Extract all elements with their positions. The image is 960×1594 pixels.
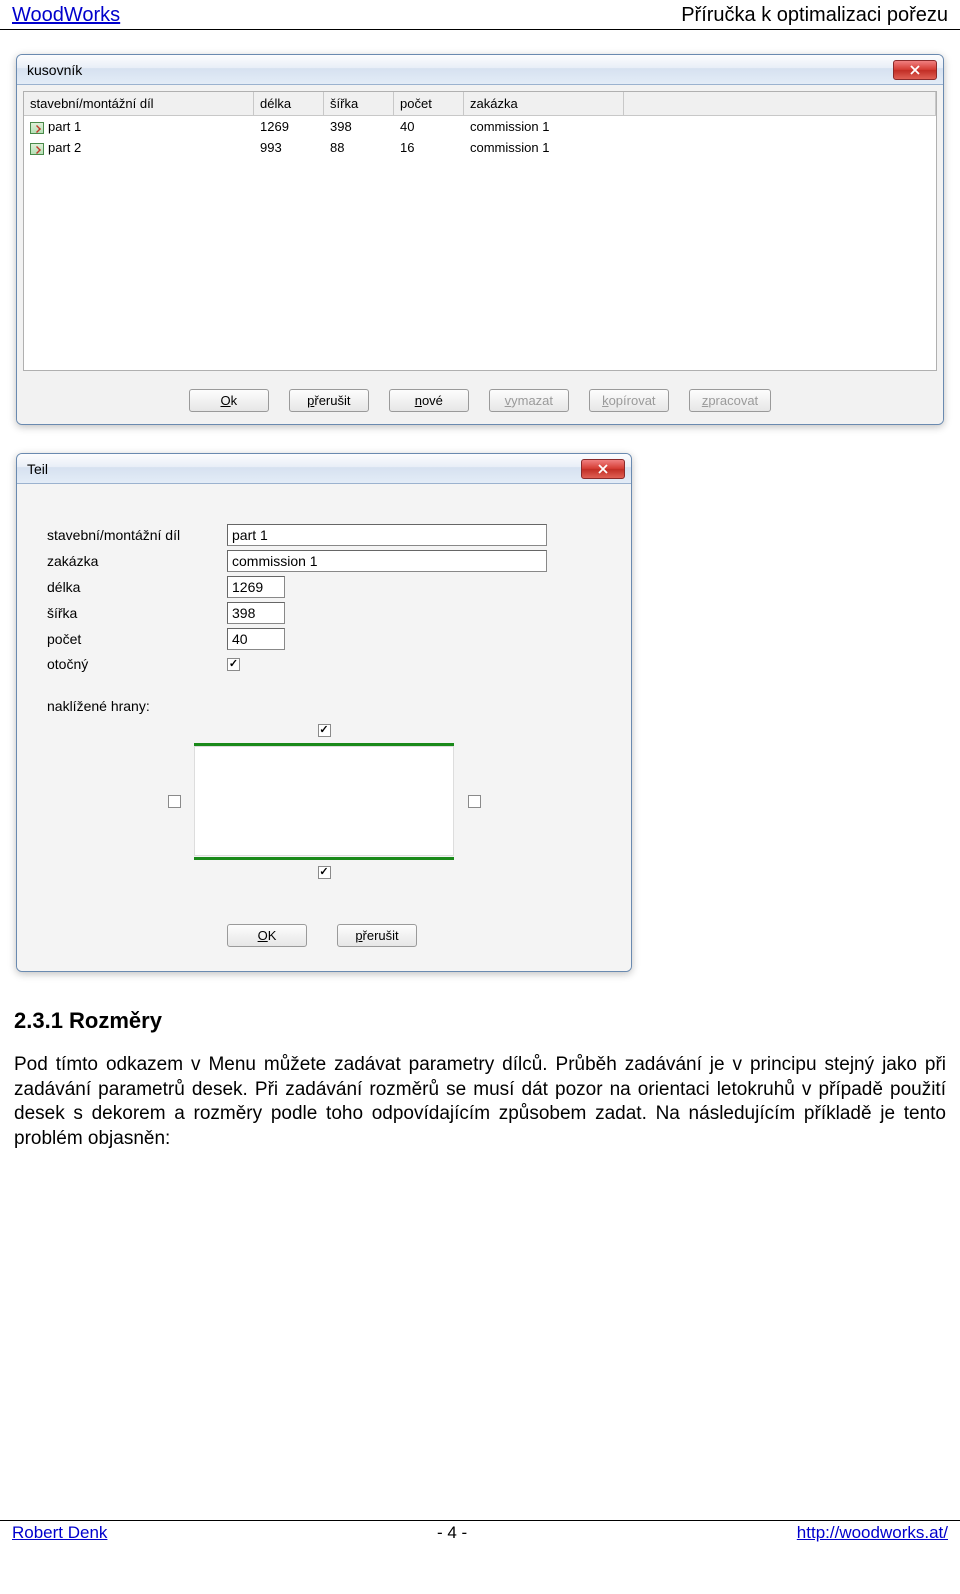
label-edges: naklížené hrany:	[47, 698, 601, 714]
cell-count: 40	[394, 117, 464, 136]
col-width[interactable]: šířka	[324, 92, 394, 115]
window-teil: Teil stavební/montážní díl zakázka délka…	[16, 453, 632, 972]
kusovnik-title: kusovník	[27, 62, 82, 78]
kusovnik-titlebar: kusovník	[17, 55, 943, 85]
teil-button-row: OK přerušit	[227, 924, 601, 947]
cell-part: part 2	[48, 140, 81, 155]
table-row[interactable]: part 1 1269 398 40 commission 1	[24, 116, 936, 137]
col-order[interactable]: zakázka	[464, 92, 624, 115]
cell-order: commission 1	[464, 138, 624, 157]
count-field[interactable]	[227, 628, 285, 650]
table-header: stavební/montážní díl délka šířka počet …	[24, 92, 936, 116]
teil-titlebar: Teil	[17, 454, 631, 484]
width-field[interactable]	[227, 602, 285, 624]
order-field[interactable]	[227, 550, 547, 572]
footer-page-number: - 4 -	[437, 1523, 467, 1543]
label-order: zakázka	[47, 553, 227, 569]
header-title-right: Příručka k optimalizaci pořezu	[681, 4, 948, 27]
label-part: stavební/montážní díl	[47, 528, 227, 542]
cell-width: 398	[324, 117, 394, 136]
label-count: počet	[47, 631, 227, 647]
section-paragraph: Pod tímto odkazem v Menu můžete zadávat …	[14, 1053, 946, 1152]
cancel-button[interactable]: přerušit	[289, 389, 369, 412]
teil-title: Teil	[27, 461, 48, 477]
close-icon[interactable]	[893, 60, 937, 80]
part-field[interactable]	[227, 524, 547, 546]
col-count[interactable]: počet	[394, 92, 464, 115]
edge-right-checkbox[interactable]	[468, 795, 481, 808]
new-button[interactable]: nové	[389, 389, 469, 412]
label-rotatable: otočný	[47, 656, 227, 672]
cell-width: 88	[324, 138, 394, 157]
rotatable-checkbox[interactable]	[227, 658, 240, 671]
edge-bottom-line	[194, 857, 454, 860]
col-rest	[624, 92, 936, 115]
col-part[interactable]: stavební/montážní díl	[24, 92, 254, 115]
edges-diagram	[47, 718, 601, 884]
ok-button[interactable]: Ok	[189, 389, 269, 412]
cell-count: 16	[394, 138, 464, 157]
page-footer: Robert Denk - 4 - http://woodworks.at/	[0, 1520, 960, 1551]
kusovnik-button-row: Ok přerušit nové vymazat kopírovat zprac…	[23, 371, 937, 414]
page-header: WoodWorks Příručka k optimalizaci pořezu	[0, 0, 960, 30]
cell-order: commission 1	[464, 117, 624, 136]
section-heading: 2.3.1 Rozměry	[14, 1008, 946, 1034]
col-length[interactable]: délka	[254, 92, 324, 115]
header-link-left[interactable]: WoodWorks	[12, 4, 120, 27]
edge-left-checkbox[interactable]	[168, 795, 181, 808]
cancel-button[interactable]: přerušit	[337, 924, 417, 947]
length-field[interactable]	[227, 576, 285, 598]
delete-button[interactable]: vymazat	[489, 389, 569, 412]
cell-length: 1269	[254, 117, 324, 136]
part-icon	[30, 122, 44, 134]
process-button[interactable]: zpracovat	[689, 389, 771, 412]
table-row[interactable]: part 2 993 88 16 commission 1	[24, 137, 936, 158]
cell-part: part 1	[48, 119, 81, 134]
edge-bottom-checkbox[interactable]	[318, 866, 331, 879]
label-length: délka	[47, 579, 227, 595]
edge-top-checkbox[interactable]	[318, 724, 331, 737]
footer-url-link[interactable]: http://woodworks.at/	[797, 1523, 948, 1543]
window-kusovnik: kusovník stavební/montážní díl délka šíř…	[16, 54, 944, 425]
ok-button[interactable]: OK	[227, 924, 307, 947]
part-icon	[30, 143, 44, 155]
close-icon[interactable]	[581, 459, 625, 479]
footer-author-link[interactable]: Robert Denk	[12, 1523, 107, 1543]
cell-length: 993	[254, 138, 324, 157]
parts-table[interactable]: stavební/montážní díl délka šířka počet …	[23, 91, 937, 371]
edge-preview	[194, 746, 454, 856]
copy-button[interactable]: kopírovat	[589, 389, 669, 412]
label-width: šířka	[47, 605, 227, 621]
